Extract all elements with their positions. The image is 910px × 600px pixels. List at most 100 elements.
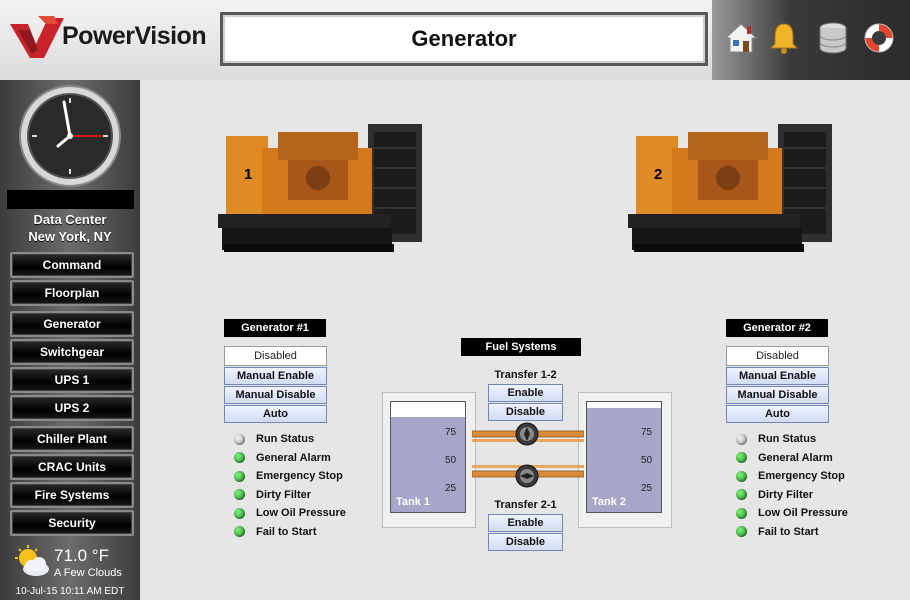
nav-command-button[interactable]: Command [10, 252, 134, 278]
bell-icon[interactable] [766, 20, 802, 56]
nav-security-button[interactable]: Security [10, 510, 134, 536]
generator-2-status-list: Run Status General Alarm Emergency Stop … [736, 430, 848, 541]
status-row: Run Status [736, 430, 848, 449]
weather-condition: A Few Clouds [54, 567, 122, 579]
status-led-ok [736, 452, 747, 464]
tank-1-frame: 75 50 25 Tank 1 [382, 392, 476, 528]
nav-ups2-button[interactable]: UPS 2 [10, 395, 134, 421]
tank-2-tick-75: 75 [641, 427, 653, 438]
status-label: Fail to Start [256, 525, 317, 538]
home-icon[interactable] [723, 20, 759, 56]
status-label: General Alarm [256, 451, 331, 464]
generator-1-image [218, 124, 422, 252]
generator-2-manual-enable-button[interactable]: Manual Enable [726, 367, 829, 385]
transfer-2-1-panel: Enable Disable [488, 513, 563, 551]
status-led-ok [234, 526, 245, 538]
status-label: Fail to Start [758, 525, 819, 538]
nav-floorplan-button[interactable]: Floorplan [10, 280, 134, 306]
status-led-ok [736, 470, 747, 482]
status-led-ok [736, 526, 747, 538]
generator-1-manual-enable-button[interactable]: Manual Enable [224, 367, 327, 385]
nav-crac-units-button[interactable]: CRAC Units [10, 454, 134, 480]
lifebuoy-icon[interactable] [861, 20, 897, 56]
location-line-2: New York, NY [28, 229, 112, 244]
location-line-1: Data Center [33, 212, 107, 227]
tank-2-frame: 75 50 25 Tank 2 [578, 392, 672, 528]
nav-generator-button[interactable]: Generator [10, 311, 134, 337]
status-led-ok [234, 452, 245, 464]
status-row: General Alarm [736, 449, 848, 468]
generator-1-label: Generator #1 [224, 319, 326, 337]
page-title: Generator [220, 12, 708, 66]
generator-1-auto-button[interactable]: Auto [224, 405, 327, 423]
status-led-off [736, 433, 747, 445]
transfer-1-2-panel: Enable Disable [488, 383, 563, 421]
status-label: Emergency Stop [256, 470, 343, 483]
status-row: Dirty Filter [234, 486, 346, 505]
clock-label-bar [7, 190, 134, 209]
generator-2-manual-disable-button[interactable]: Manual Disable [726, 386, 829, 404]
tank-2-label: Tank 2 [592, 496, 627, 508]
status-row: Low Oil Pressure [736, 504, 848, 523]
transfer-1-2-disable-button[interactable]: Disable [488, 403, 563, 421]
tank-1-label: Tank 1 [396, 496, 431, 508]
pump-1-2-icon [515, 422, 539, 446]
generator-2-label: Generator #2 [726, 319, 828, 337]
nav-ups1-button[interactable]: UPS 1 [10, 367, 134, 393]
generator-1-mode-panel: Disabled Manual Enable Manual Disable Au… [224, 346, 327, 423]
tank-1-gauge: 75 50 25 Tank 1 [390, 401, 466, 513]
status-row: Dirty Filter [736, 486, 848, 505]
generator-2-mode-panel: Disabled Manual Enable Manual Disable Au… [726, 346, 829, 423]
transfer-1-2-enable-button[interactable]: Enable [488, 384, 563, 402]
status-row: Low Oil Pressure [234, 504, 346, 523]
status-label: Run Status [256, 433, 315, 446]
generator-1-manual-disable-button[interactable]: Manual Disable [224, 386, 327, 404]
location-label: Data Center New York, NY [0, 211, 140, 245]
weather-temperature: 71.0 °F [54, 546, 109, 565]
generator-2-mode-status: Disabled [726, 346, 829, 366]
fuel-systems-label: Fuel Systems [461, 338, 581, 356]
status-led-ok [234, 470, 245, 482]
nav-chiller-plant-button[interactable]: Chiller Plant [10, 426, 134, 452]
generator-2-auto-button[interactable]: Auto [726, 405, 829, 423]
database-icon[interactable] [815, 20, 851, 56]
analog-clock [19, 85, 121, 187]
pump-2-1-icon [515, 464, 539, 488]
tank-2-tick-50: 50 [641, 455, 653, 466]
generator-2-image [628, 124, 832, 252]
tank-1-tick-75: 75 [445, 427, 457, 438]
logo-text: PowerVision [62, 22, 207, 50]
tank-2-gauge: 75 50 25 Tank 2 [586, 401, 662, 513]
status-label: General Alarm [758, 451, 833, 464]
status-row: Fail to Start [736, 523, 848, 542]
partly-cloudy-icon [15, 545, 49, 576]
status-label: Dirty Filter [758, 488, 814, 501]
transfer-2-1-disable-button[interactable]: Disable [488, 533, 563, 551]
status-row: Emergency Stop [736, 467, 848, 486]
status-row: Emergency Stop [234, 467, 346, 486]
generator-2-number: 2 [654, 166, 663, 183]
status-label: Emergency Stop [758, 470, 845, 483]
generator-1-number: 1 [244, 166, 253, 183]
tank-2-tick-25: 25 [641, 483, 653, 494]
tank-1-tick-25: 25 [445, 483, 457, 494]
status-row: Fail to Start [234, 523, 346, 542]
tank-2-empty-space [587, 402, 661, 408]
transfer-2-1-title: Transfer 2-1 [494, 499, 557, 511]
status-label: Dirty Filter [256, 488, 312, 501]
transfer-2-1-enable-button[interactable]: Enable [488, 514, 563, 532]
generator-1-mode-status: Disabled [224, 346, 327, 366]
tank-1-empty-space [391, 402, 465, 418]
status-led-ok [234, 489, 245, 501]
generator-1-status-list: Run Status General Alarm Emergency Stop … [234, 430, 346, 541]
transfer-1-2-title: Transfer 1-2 [494, 369, 557, 381]
status-led-off [234, 433, 245, 445]
status-row: General Alarm [234, 449, 346, 468]
nav-fire-systems-button[interactable]: Fire Systems [10, 482, 134, 508]
status-led-ok [736, 507, 747, 519]
nav-switchgear-button[interactable]: Switchgear [10, 339, 134, 365]
status-label: Low Oil Pressure [256, 507, 346, 520]
datetime-label: 10-Jul-15 10:11 AM EDT [15, 586, 125, 597]
status-led-ok [234, 507, 245, 519]
status-label: Low Oil Pressure [758, 507, 848, 520]
